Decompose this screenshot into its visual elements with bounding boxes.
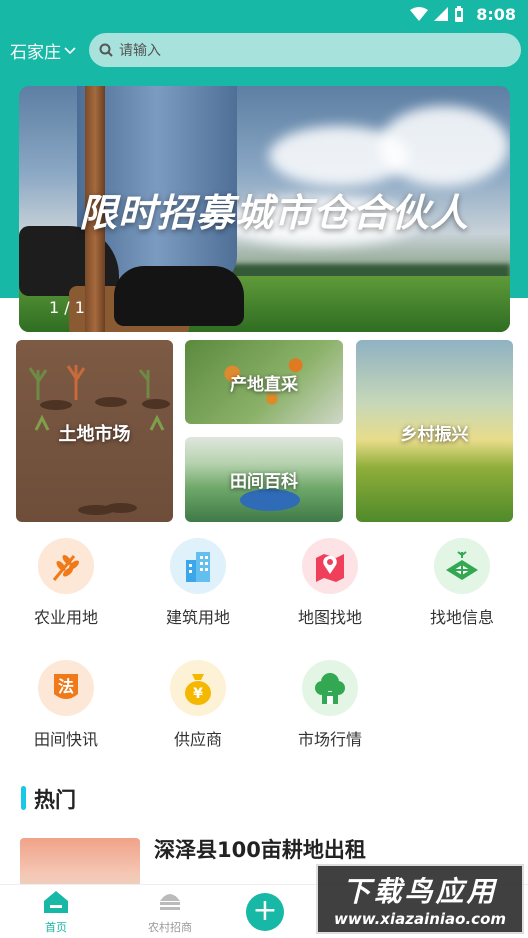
law-badge-icon: 法 (38, 660, 94, 716)
banner-cloud (379, 106, 509, 186)
land-plot-icon (434, 538, 490, 594)
category-label: 乡村振兴 (400, 425, 469, 445)
home-icon (44, 891, 68, 913)
nav-home[interactable]: 首页 (16, 889, 96, 935)
banner-title: 限时招募城市仓合伙人 (78, 191, 469, 235)
hot-section-title: 热门 (34, 788, 76, 812)
nav-rural-investment[interactable]: 农村招商 (130, 889, 210, 935)
add-button[interactable]: + (246, 893, 284, 931)
building-icon (170, 538, 226, 594)
status-bar: 8:08 (0, 0, 528, 28)
top-bar: 石家庄 请输入 (0, 30, 528, 70)
chevron-down-icon (64, 46, 76, 54)
search-input[interactable]: 请输入 (89, 33, 521, 67)
field-pond (240, 489, 300, 511)
city-selector[interactable]: 石家庄 (10, 38, 77, 63)
plus-icon: + (252, 893, 278, 928)
grid-label: 找地信息 (429, 608, 494, 627)
grid-label: 建筑用地 (165, 608, 230, 627)
money-bag-icon: ¥ (170, 660, 226, 716)
status-icons: 8:08 (410, 4, 516, 24)
grid-item-land-info[interactable]: 找地信息 (396, 538, 528, 638)
grid-item-construction-land[interactable]: 建筑用地 (132, 538, 264, 638)
watermark-title: 下载鸟应用 (342, 875, 498, 908)
grid-label: 市场行情 (297, 730, 362, 749)
category-origin-direct[interactable]: 产地直采 (185, 340, 343, 424)
nav-rural-investment-label: 农村招商 (148, 921, 192, 934)
grid-item-field-news[interactable]: 法 田间快讯 (0, 660, 132, 760)
city-label: 石家庄 (10, 43, 61, 63)
category-label: 田间百科 (230, 472, 298, 492)
watermark-logo: 下载鸟应用 www.xiazainiao.com (316, 864, 524, 934)
hot-section-marker (21, 786, 26, 810)
grid-label: 田间快讯 (33, 730, 98, 749)
category-land-market[interactable]: 土地市场 (16, 340, 173, 522)
barn-icon (160, 894, 180, 910)
hot-item-title[interactable]: 深泽县100亩耕地出租 (154, 834, 366, 864)
category-label: 产地直采 (230, 375, 298, 395)
grid-item-map-land[interactable]: 地图找地 (264, 538, 396, 638)
tree-house-icon (302, 660, 358, 716)
grid-item-agricultural-land[interactable]: 农业用地 (0, 538, 132, 638)
banner-pager: 1 / 1 (49, 298, 85, 317)
watermark-url: www.xiazainiao.com (333, 910, 507, 928)
map-pin-icon (302, 538, 358, 594)
category-label: 土地市场 (58, 424, 131, 445)
status-time: 8:08 (476, 4, 516, 24)
wheat-icon (38, 538, 94, 594)
grid-label: 供应商 (173, 730, 222, 749)
promo-banner[interactable]: 限时招募城市仓合伙人 1 / 1 (19, 86, 510, 332)
grid-item-market-trends[interactable]: 市场行情 (264, 660, 396, 760)
wifi-icon (410, 7, 429, 21)
battery-icon (455, 6, 464, 22)
nav-home-label: 首页 (45, 921, 67, 934)
search-icon (99, 43, 113, 57)
category-rural-revitalization[interactable]: 乡村振兴 (356, 340, 513, 522)
grid-item-supplier[interactable]: ¥ 供应商 (132, 660, 264, 760)
grid-label: 地图找地 (297, 608, 362, 627)
cell-signal-icon (434, 7, 449, 21)
search-placeholder: 请输入 (119, 43, 161, 59)
category-field-encyclopedia[interactable]: 田间百科 (185, 437, 343, 522)
grid-label: 农业用地 (33, 608, 98, 627)
svg-text:¥: ¥ (193, 686, 203, 702)
banner-boot (114, 266, 244, 326)
svg-text:法: 法 (58, 677, 74, 696)
